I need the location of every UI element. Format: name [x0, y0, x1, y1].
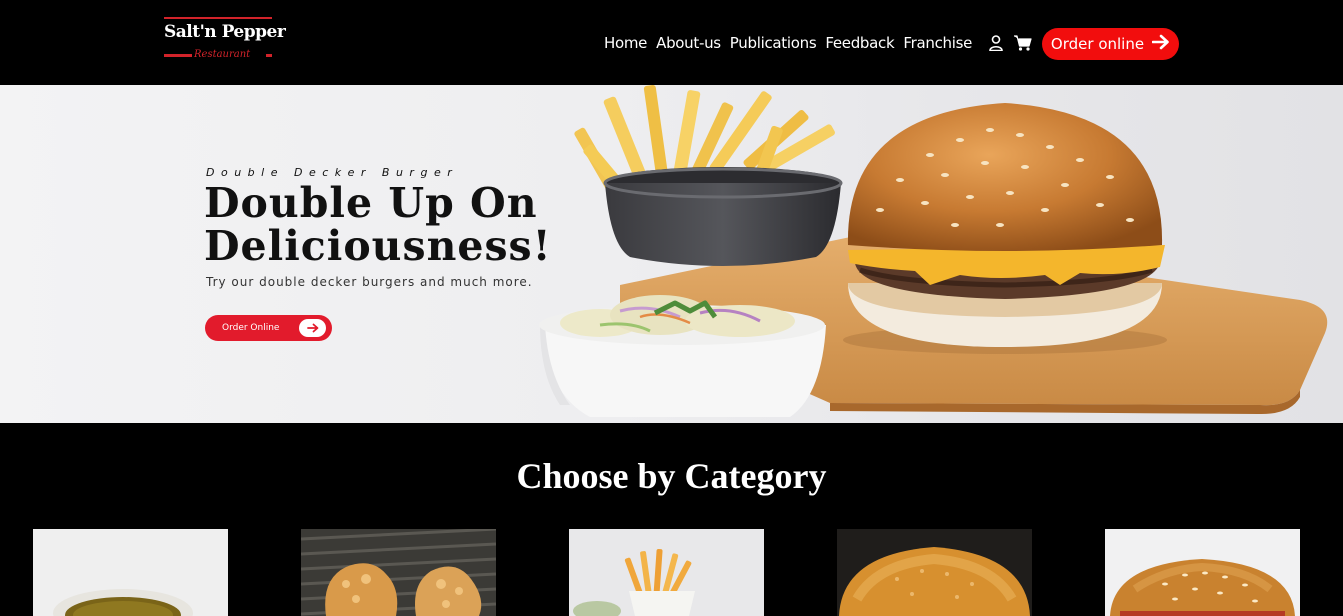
nav-feedback[interactable]: Feedback [825, 34, 894, 52]
cart-icon[interactable] [1014, 34, 1032, 52]
nav-home[interactable]: Home [604, 34, 647, 52]
hero-order-label: Order Online [222, 323, 280, 333]
logo-subtitle: Restaurant [194, 49, 251, 60]
hero-headline: Double Up On Deliciousness! [204, 182, 624, 268]
order-online-label: Order online [1050, 35, 1145, 53]
nav-publications[interactable]: Publications [730, 34, 817, 52]
nav-franchise[interactable]: Franchise [903, 34, 972, 52]
category-card-chicken[interactable] [301, 529, 496, 616]
category-list [0, 529, 1343, 616]
hero-tagline: Try our double decker burgers and much m… [206, 275, 533, 289]
french-fries-image [569, 529, 764, 616]
fried-chicken-image [301, 529, 496, 616]
category-card-burger[interactable] [1105, 529, 1300, 616]
nav-about-us[interactable]: About-us [656, 34, 721, 52]
burger-fries-coleslaw-image [539, 85, 1328, 417]
category-card-soup[interactable] [33, 529, 228, 616]
hero-order-online-button[interactable]: Order Online [205, 315, 332, 341]
user-icon[interactable] [987, 34, 1005, 52]
hero-banner: Double Decker Burger Double Up On Delici… [0, 85, 1343, 423]
headline-line-2: Deliciousness! [204, 222, 552, 270]
hero-kicker: Double Decker Burger [206, 166, 459, 179]
logo-brand: Salt'n Pepper [164, 22, 286, 42]
category-card-bun[interactable] [837, 529, 1032, 616]
bun-image [837, 529, 1032, 616]
logo-bar [164, 54, 192, 57]
soup-bowl-image [33, 529, 228, 616]
order-online-button[interactable]: Order online [1042, 28, 1179, 60]
arrow-right-icon [299, 319, 326, 337]
logo-bar [164, 17, 272, 19]
category-section-title: Choose by Category [516, 456, 827, 496]
site-header: Salt'n Pepper Restaurant Home About-us P… [0, 0, 1343, 85]
headline-line-1: Double Up On [204, 179, 538, 227]
restaurant-logo[interactable]: Salt'n Pepper Restaurant [164, 17, 286, 63]
logo-bar [266, 54, 272, 57]
main-nav: Home About-us Publications Feedback Fran… [604, 33, 1032, 53]
burger-image [1105, 529, 1300, 616]
category-card-fries[interactable] [569, 529, 764, 616]
arrow-right-icon [1151, 34, 1170, 54]
